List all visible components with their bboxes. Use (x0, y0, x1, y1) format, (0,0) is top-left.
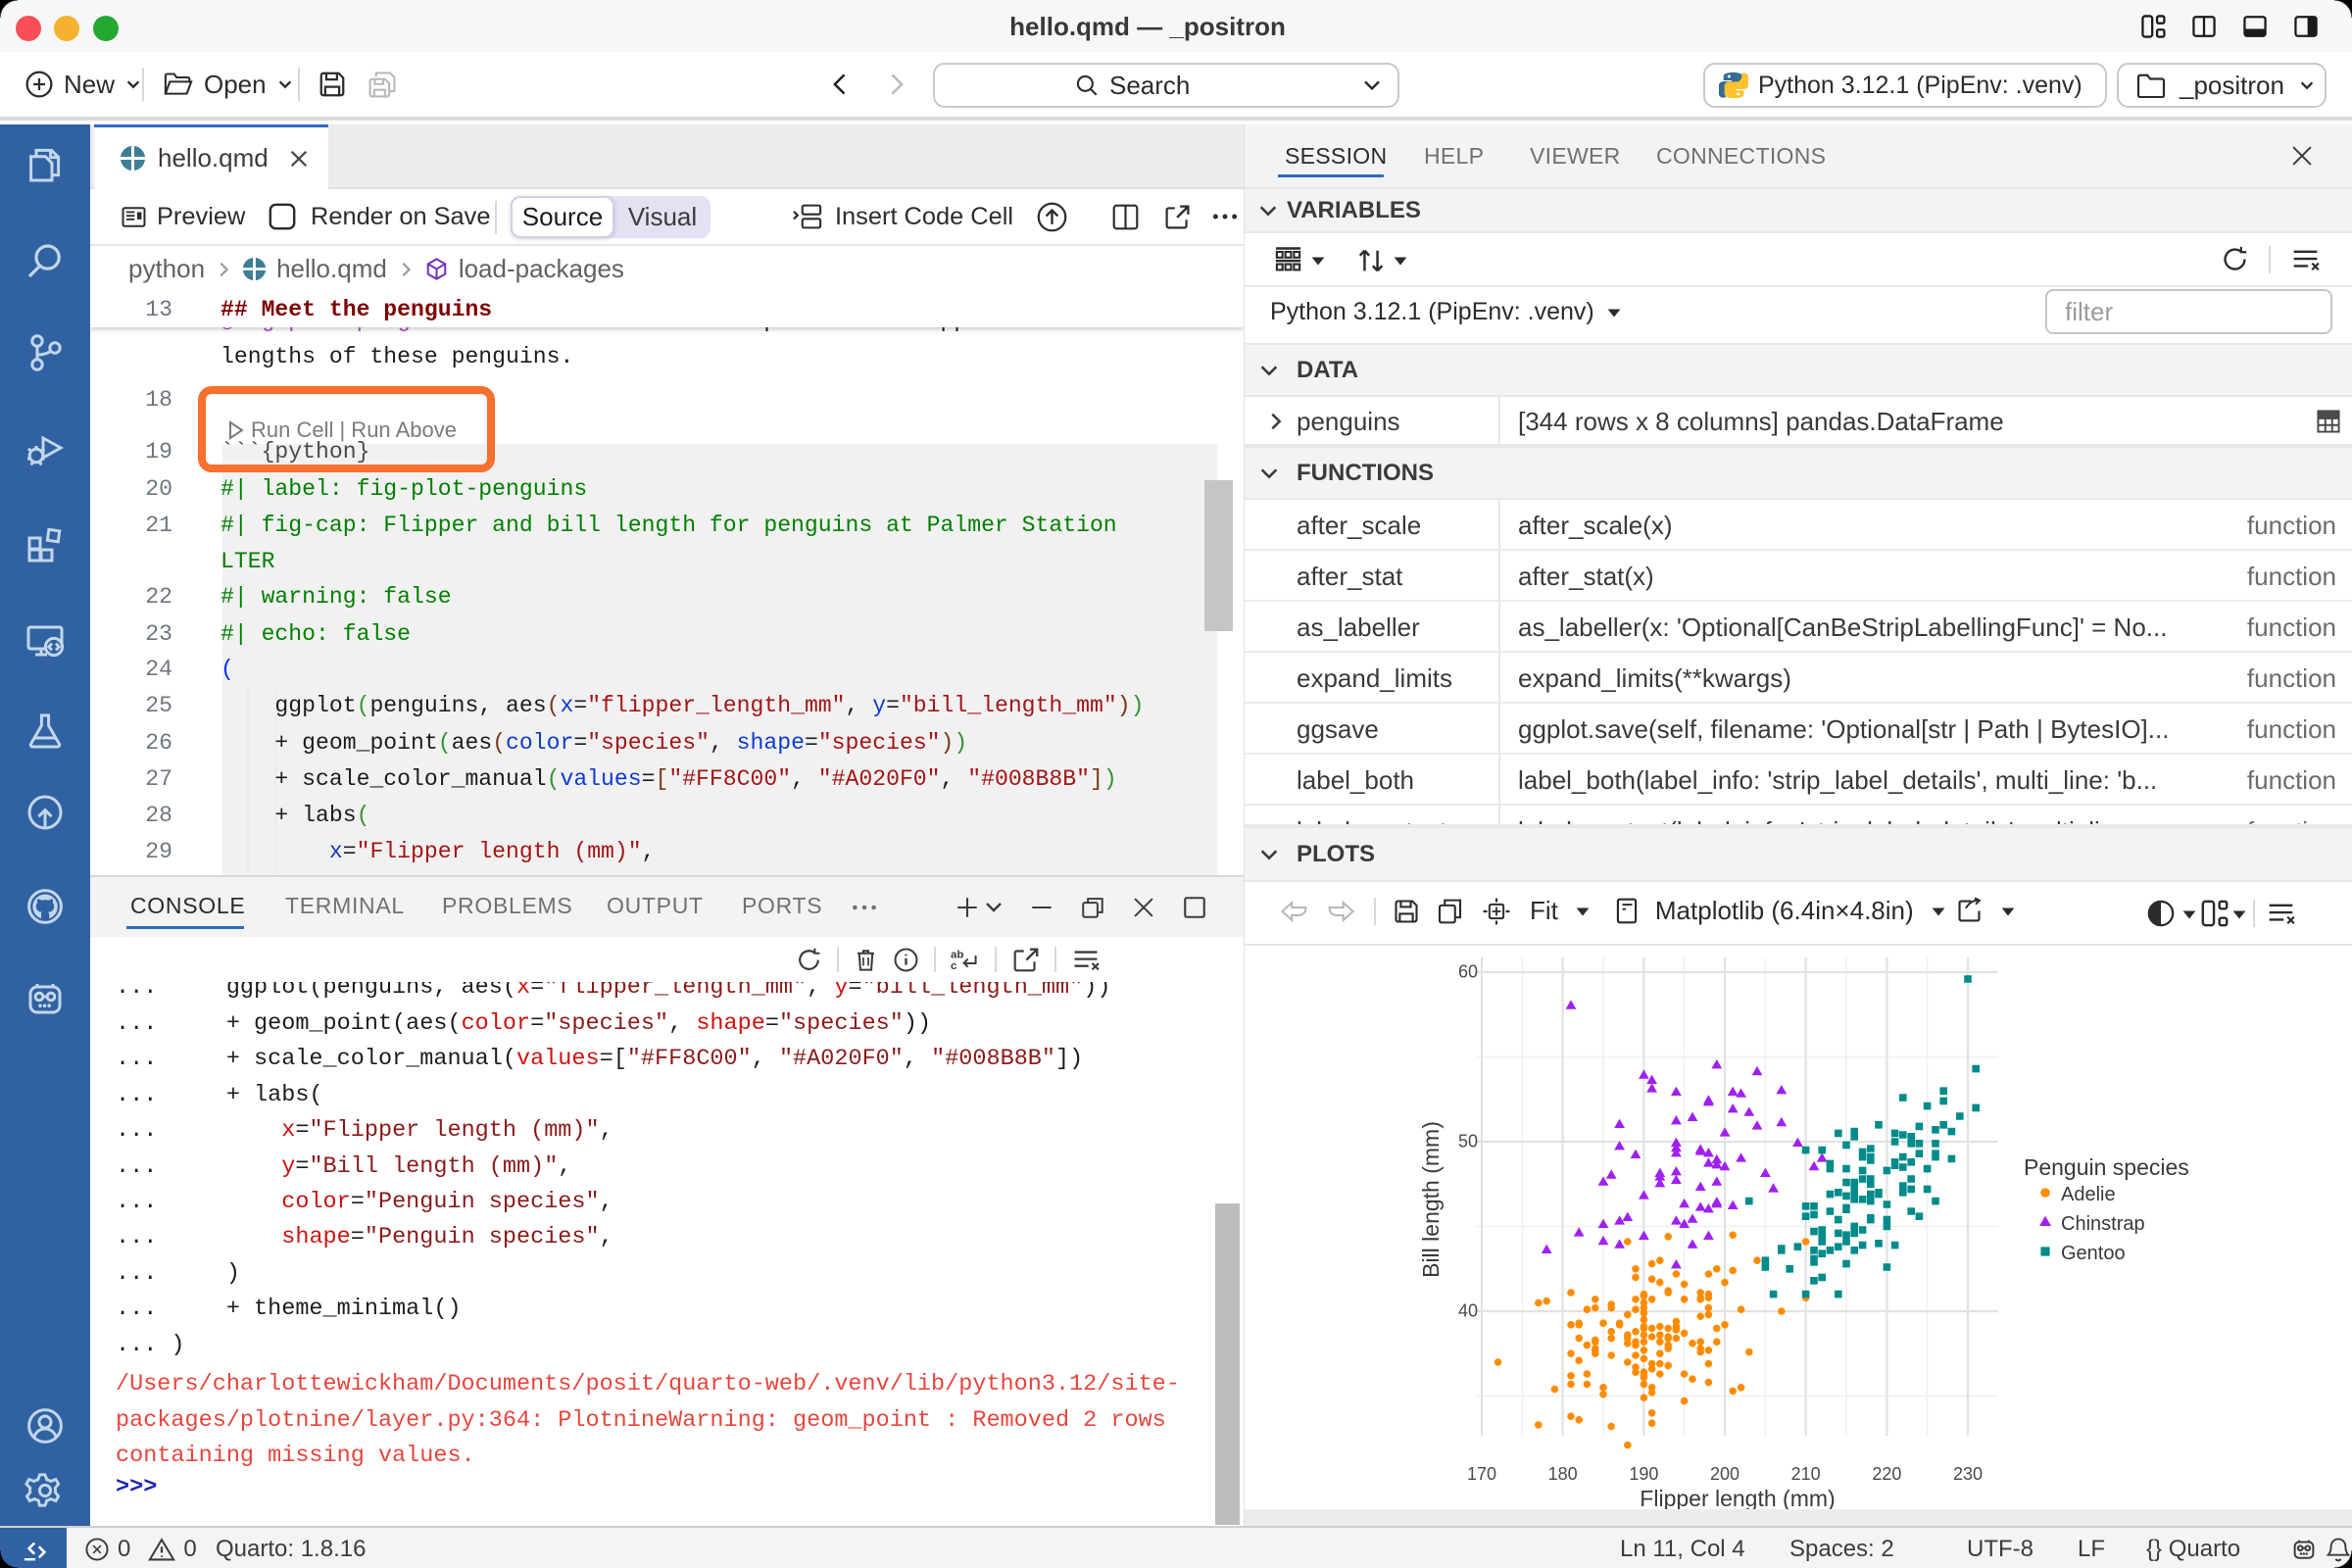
svg-text:40: 40 (1458, 1301, 1478, 1321)
svg-text:50: 50 (1458, 1132, 1478, 1152)
svg-text:Bill length (mm): Bill length (mm) (1418, 1121, 1444, 1278)
svg-text:Flipper length (mm): Flipper length (mm) (1640, 1486, 1835, 1509)
svg-text:190: 190 (1629, 1464, 1658, 1484)
svg-text:c: c (951, 960, 957, 972)
svg-text:Chinstrap: Chinstrap (2061, 1213, 2145, 1235)
svg-text:Penguin species: Penguin species (2024, 1154, 2189, 1180)
svg-text:60: 60 (1458, 962, 1478, 982)
svg-text:200: 200 (1710, 1464, 1740, 1484)
svg-text:ab: ab (951, 949, 963, 960)
svg-text:210: 210 (1791, 1464, 1821, 1484)
svg-text:Gentoo: Gentoo (2061, 1243, 2126, 1264)
svg-text:180: 180 (1548, 1464, 1578, 1484)
svg-text:220: 220 (1872, 1464, 1901, 1484)
svg-text:230: 230 (1953, 1464, 1983, 1484)
svg-text:170: 170 (1467, 1464, 1496, 1484)
svg-text:Adelie: Adelie (2061, 1184, 2116, 1205)
